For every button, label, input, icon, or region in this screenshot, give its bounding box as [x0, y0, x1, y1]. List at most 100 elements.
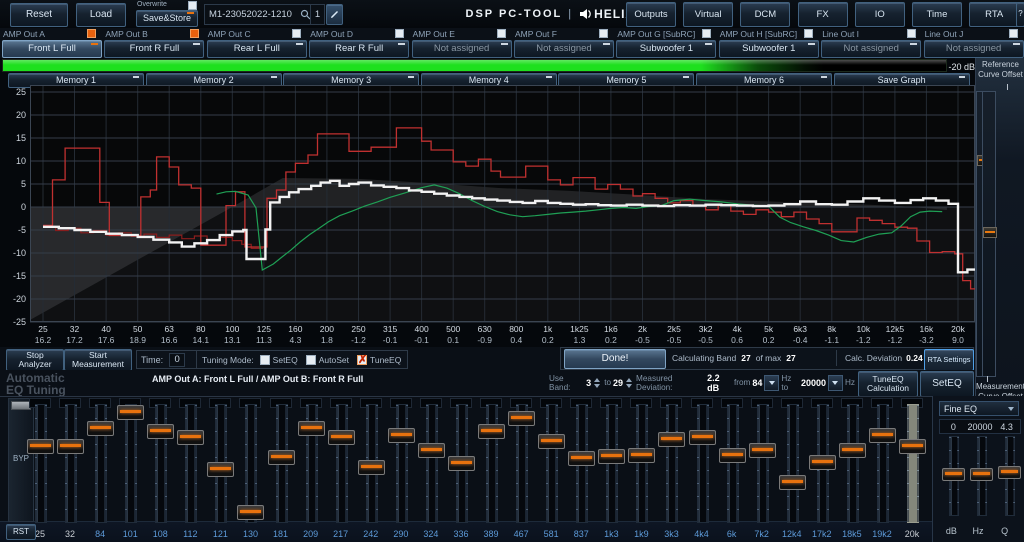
channel-assignment-button[interactable]: Rear L Full	[207, 40, 307, 58]
start-measurement-button[interactable]: StartMeasurement	[64, 349, 132, 371]
channel-checkbox[interactable]	[497, 29, 506, 38]
eq-band-slider-handle[interactable]	[839, 443, 866, 458]
eq-band-slider-handle[interactable]	[779, 475, 806, 490]
eq-band-slider-handle[interactable]	[177, 430, 204, 445]
eq-band-slider-handle[interactable]	[87, 421, 114, 436]
tuning-mode-option[interactable]: AutoSet	[306, 355, 349, 365]
reset-eq-button[interactable]: RST	[6, 524, 36, 540]
set-eq-button[interactable]: SetEQ	[920, 371, 974, 397]
mode-checkbox[interactable]	[306, 355, 316, 365]
eq-band-slider-handle[interactable]	[658, 432, 685, 447]
band-to-spinner[interactable]	[625, 377, 634, 389]
channel-checkbox[interactable]	[395, 29, 404, 38]
reset-button[interactable]: Reset	[10, 3, 68, 27]
tune-eq-calculation-button[interactable]: TuneEQCalculation	[858, 371, 918, 397]
memory-button[interactable]: Memory 4	[421, 73, 557, 88]
eq-band-slider-handle[interactable]	[328, 430, 355, 445]
device-id-field[interactable]: M1-23052022-1210	[204, 4, 316, 25]
memory-button[interactable]: Memory 2	[146, 73, 282, 88]
memory-button[interactable]: Memory 1	[8, 73, 144, 88]
offset-slider[interactable]	[982, 91, 996, 377]
channel-checkbox[interactable]	[599, 29, 608, 38]
memory-button[interactable]: Memory 5	[558, 73, 694, 88]
rta-settings-button[interactable]: RTA Settings	[924, 349, 974, 371]
eq-band-slider-handle[interactable]	[358, 460, 385, 475]
svg-text:17.2: 17.2	[66, 335, 83, 345]
tuning-routing-label: AMP Out A: Front L Full / AMP Out B: Fro…	[152, 374, 363, 384]
nav-button[interactable]: DCM	[740, 2, 790, 27]
memory-button[interactable]: Save Graph	[834, 73, 970, 88]
eq-band-slider-handle[interactable]	[57, 439, 84, 454]
stop-analyzer-button[interactable]: StopAnalyzer	[6, 349, 64, 371]
eq-band-slider-handle[interactable]	[899, 439, 926, 454]
mode-checkbox[interactable]	[260, 355, 270, 365]
eq-band-slider-handle[interactable]	[388, 428, 415, 443]
eq-band-slider-handle[interactable]	[628, 448, 655, 463]
channel-assignment-button[interactable]: Front R Full	[104, 40, 204, 58]
channel-checkbox[interactable]	[702, 29, 711, 38]
tuning-mode-option[interactable]: TuneEQ	[357, 355, 401, 365]
band-from-spinner[interactable]	[593, 377, 602, 389]
eq-band-column: 108	[145, 397, 175, 542]
tuning-mode-option[interactable]: SetEQ	[260, 355, 298, 365]
done-button[interactable]: Done!	[564, 349, 666, 369]
svg-text:3k2: 3k2	[699, 324, 713, 334]
channel-checkbox[interactable]	[804, 29, 813, 38]
fine-eq-slider-handle[interactable]	[942, 468, 965, 481]
channel-checkbox[interactable]	[87, 29, 96, 38]
nav-button[interactable]: RTA	[969, 2, 1019, 27]
eq-band-slider-handle[interactable]	[448, 456, 475, 471]
channel-assignment-button[interactable]: Front L Full	[2, 40, 102, 58]
channel-assignment-button[interactable]: Not assigned	[924, 40, 1024, 58]
eq-band-slider-handle[interactable]	[117, 405, 144, 420]
eq-band-slider-handle[interactable]	[268, 450, 295, 465]
channel-assignment-button[interactable]: Subwoofer 1	[616, 40, 716, 58]
eq-band-slider-handle[interactable]	[809, 455, 836, 470]
eq-band-slider-handle[interactable]	[508, 411, 535, 426]
mode-checkbox[interactable]	[357, 355, 367, 365]
nav-button[interactable]: Time	[912, 2, 962, 27]
eq-band-slider-handle[interactable]	[418, 443, 445, 458]
edit-button[interactable]	[326, 4, 343, 25]
overwrite-checkbox[interactable]	[188, 1, 197, 10]
eq-band-slider-handle[interactable]	[478, 424, 505, 439]
help-button[interactable]: ?	[1016, 2, 1024, 27]
load-button[interactable]: Load	[76, 3, 126, 27]
eq-band-slider-handle[interactable]	[598, 449, 625, 464]
eq-band-slider-handle[interactable]	[207, 462, 234, 477]
eq-band-slider-handle[interactable]	[298, 421, 325, 436]
fine-eq-slider-handle[interactable]	[970, 468, 993, 481]
save-store-button[interactable]: Save&Store	[136, 10, 198, 27]
setup-number-field[interactable]: 1	[310, 4, 325, 25]
eq-band-slider-handle[interactable]	[538, 434, 565, 449]
nav-button[interactable]: Outputs	[626, 2, 676, 27]
nav-button[interactable]: Virtual	[683, 2, 733, 27]
eq-band-slider-handle[interactable]	[869, 428, 896, 443]
eq-band-slider-handle[interactable]	[689, 430, 716, 445]
memory-button[interactable]: Memory 6	[696, 73, 832, 88]
eq-band-slider-handle[interactable]	[237, 505, 264, 520]
eq-band-slider-handle[interactable]	[147, 424, 174, 439]
channel-checkbox[interactable]	[292, 29, 301, 38]
eq-band-slider-handle[interactable]	[749, 443, 776, 458]
nav-button[interactable]: IO	[855, 2, 905, 27]
channel-assignment-button[interactable]: Not assigned	[514, 40, 614, 58]
eq-band-slider-handle[interactable]	[719, 448, 746, 463]
eq-band-slider-handle[interactable]	[568, 451, 595, 466]
auto-eq-tuning-row: AutomaticEQ Tuning AMP Out A: Front L Fu…	[0, 370, 975, 397]
channel-assignment-button[interactable]: Subwoofer 1	[719, 40, 819, 58]
eq-band-slider-handle[interactable]	[27, 439, 54, 454]
channel-assignment-button[interactable]: Not assigned	[412, 40, 512, 58]
offset-slider-handle[interactable]	[983, 227, 997, 238]
fine-eq-slider-handle[interactable]	[998, 466, 1021, 479]
freq-to-dropdown[interactable]	[828, 375, 843, 391]
channel-checkbox[interactable]	[190, 29, 199, 38]
fine-eq-dropdown[interactable]: Fine EQ	[939, 401, 1019, 416]
channel-assignment-button[interactable]: Rear R Full	[309, 40, 409, 58]
freq-from-dropdown[interactable]	[764, 375, 779, 391]
memory-button[interactable]: Memory 3	[283, 73, 419, 88]
nav-button[interactable]: FX	[798, 2, 848, 27]
channel-checkbox[interactable]	[1009, 29, 1018, 38]
channel-assignment-button[interactable]: Not assigned	[821, 40, 921, 58]
channel-checkbox[interactable]	[907, 29, 916, 38]
